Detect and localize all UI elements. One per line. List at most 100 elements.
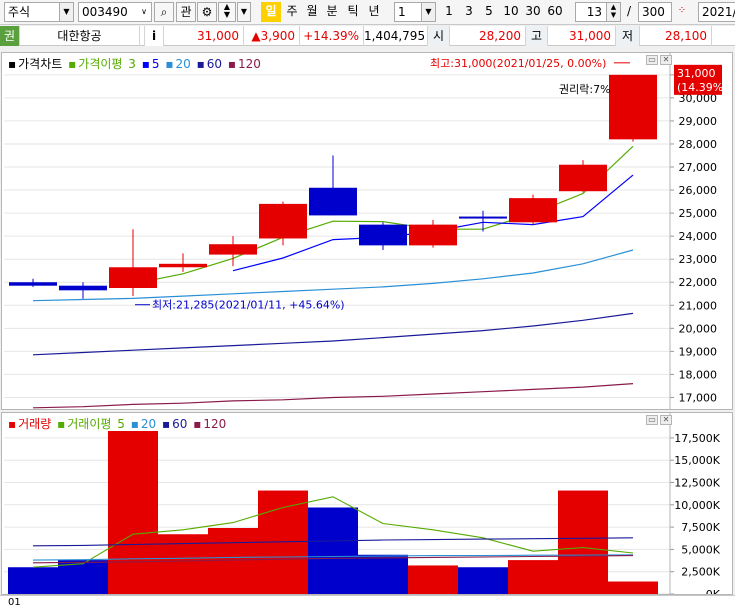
open-price: 28,200: [450, 26, 526, 46]
panel-minimize-icon[interactable]: ▭: [646, 415, 658, 425]
panel-close-icon[interactable]: ✕: [660, 55, 672, 65]
volume-chart-panel[interactable]: 17,500K 15,000K 12,500K 10,000K 7,500K 5,000K…: [1, 412, 733, 595]
stock-name: 대한항공: [20, 26, 140, 46]
volume-bar: [608, 581, 658, 594]
volume-axis-label: 15,000K: [674, 454, 720, 467]
legend-ma-marker: ▪: [68, 57, 77, 71]
chevron-down-icon[interactable]: ▼: [421, 3, 435, 21]
settings-button[interactable]: ⚙: [197, 2, 217, 22]
date-input[interactable]: 2021/: [698, 2, 735, 22]
price-chart-panel[interactable]: 30,000 29,000 28,000 27,000 26,000 25,000 24,0…: [1, 52, 733, 410]
legend-vma-20: 20: [140, 417, 157, 431]
stock-code-input[interactable]: 003490 ∨: [78, 2, 152, 22]
info-button[interactable]: i: [144, 26, 164, 46]
volume-bar: [8, 567, 58, 594]
low-price: 28,100: [640, 26, 712, 46]
last-rate-label: (14.39%): [677, 81, 728, 94]
search-button[interactable]: ⌕: [154, 2, 174, 22]
price-chart[interactable]: 30,00029,00028,00027,00026,00025,00024,0…: [2, 53, 732, 409]
candle-body: [559, 164, 607, 192]
quick-button-30[interactable]: 30: [523, 2, 543, 22]
quick-button-10[interactable]: 10: [501, 2, 521, 22]
panel-close-icon[interactable]: ✕: [660, 415, 672, 425]
chevron-down-icon[interactable]: ∨: [137, 3, 151, 21]
period-tab-day[interactable]: 일: [261, 2, 281, 22]
volume-axis-label: 5,000K: [681, 543, 720, 556]
interest-button[interactable]: 관: [176, 2, 196, 22]
price-axis-label: 21,000: [679, 299, 718, 312]
toolbar: 주식 ▼ 003490 ∨ ⌕ 관 ⚙ ▲ ▼ ▼ 일 주 월 분 틱 년 1 ▼…: [0, 0, 735, 25]
chevron-down-icon[interactable]: ▼: [59, 3, 73, 21]
stock-code-value: 003490: [82, 5, 128, 19]
spin-icon: ▲ ▼: [223, 2, 231, 19]
multiplier-select[interactable]: 1 ▼: [394, 2, 436, 22]
period-tab-minute[interactable]: 분: [323, 2, 341, 22]
volume-bar: [208, 528, 258, 594]
price-axis-label: 20,000: [679, 322, 718, 335]
legend-ma-60-marker: ▪: [196, 57, 205, 71]
price-axis-label: 23,000: [679, 253, 718, 266]
quick-button-5[interactable]: 5: [481, 2, 497, 22]
volume-axis-label: 2,500K: [681, 566, 720, 579]
legend-vma-60: 60: [172, 417, 188, 431]
legend-ma-5-marker: ▪: [141, 57, 150, 71]
price-axis-label: 17,000: [679, 391, 718, 404]
price-axis-label: 25,000: [679, 207, 718, 220]
price-legend: ▪ 가격차트 ▪ 가격이평 3 ▪ 5 ▪ 20 ▪ 60 ▪ 120: [8, 55, 263, 72]
volume-bar: [508, 560, 558, 594]
high-annotation: 최고:31,000(2021/01/25, 0.00%): [430, 57, 606, 70]
period-tab-year[interactable]: 년: [365, 2, 383, 22]
search-icon: ⌕: [160, 5, 168, 19]
volume-chart[interactable]: 17,500K 15,000K 12,500K 10,000K 7,500K 5,000K…: [2, 413, 732, 594]
display-count-value: 13: [586, 5, 602, 19]
spin-icon[interactable]: ▲ ▼: [606, 3, 620, 21]
period-tab-week[interactable]: 주: [283, 2, 301, 22]
legend-volume-marker: ▪: [8, 417, 17, 431]
rights-annotation: 권리락:7%: [559, 83, 611, 96]
volume-axis-label: 10,000K: [674, 499, 720, 512]
legend-vma-20-marker: ▪: [130, 417, 139, 431]
volume-legend: ▪ 거래량 ▪ 거래이평 5 ▪ 20 ▪ 60 ▪ 120: [8, 415, 228, 432]
legend-vma-120: 120: [203, 417, 227, 431]
period-tab-month[interactable]: 월: [303, 2, 321, 22]
candle-body: [59, 285, 107, 291]
legend-price-title: 가격차트: [18, 57, 63, 71]
quick-button-1[interactable]: 1: [441, 2, 457, 22]
rights-tag: 권: [0, 26, 20, 46]
legend-ma-120: 120: [238, 57, 261, 71]
last-price-label: 31,000: [677, 67, 716, 80]
price-axis-label: 18,000: [679, 368, 718, 381]
legend-vma-title: 거래이평: [67, 417, 112, 431]
legend-ma-title: 가격이평: [78, 57, 123, 71]
volume-bar: [358, 554, 408, 594]
legend-ma-3: 3: [128, 57, 136, 71]
candle-body: [209, 244, 257, 255]
quick-button-60[interactable]: 60: [545, 2, 565, 22]
volume-bar: [408, 565, 458, 594]
panel-minimize-icon[interactable]: ▭: [646, 55, 658, 65]
volume-bar: [558, 490, 608, 594]
price-ma-120-line: [32, 383, 634, 409]
total-count-input[interactable]: 300: [638, 2, 672, 22]
candle-body: [109, 267, 157, 289]
more-dropdown-button[interactable]: ▼: [237, 2, 251, 22]
dots-icon[interactable]: ⁘: [674, 2, 690, 22]
display-count-input[interactable]: 13 ▲ ▼: [575, 2, 621, 22]
trade-volume: 1,404,795: [364, 26, 428, 46]
volume-bar: [108, 431, 158, 594]
quick-button-3[interactable]: 3: [461, 2, 477, 22]
price-axis-label: 19,000: [679, 345, 718, 358]
period-tab-tick[interactable]: 틱: [344, 2, 362, 22]
volume-bar: [458, 567, 508, 594]
current-price: 31,000: [164, 26, 244, 46]
candle-body: [609, 74, 657, 140]
legend-vma-60-marker: ▪: [161, 417, 171, 431]
scroll-spin-button[interactable]: ▲ ▼: [218, 2, 236, 22]
price-axis-label: 24,000: [679, 230, 718, 243]
candle-body: [509, 198, 557, 223]
legend-vma-marker: ▪: [57, 417, 66, 431]
candle-body: [159, 263, 207, 268]
legend-vma-5: 5: [117, 417, 125, 431]
legend-vma-120-marker: ▪: [193, 417, 202, 431]
market-select[interactable]: 주식 ▼: [4, 2, 74, 22]
